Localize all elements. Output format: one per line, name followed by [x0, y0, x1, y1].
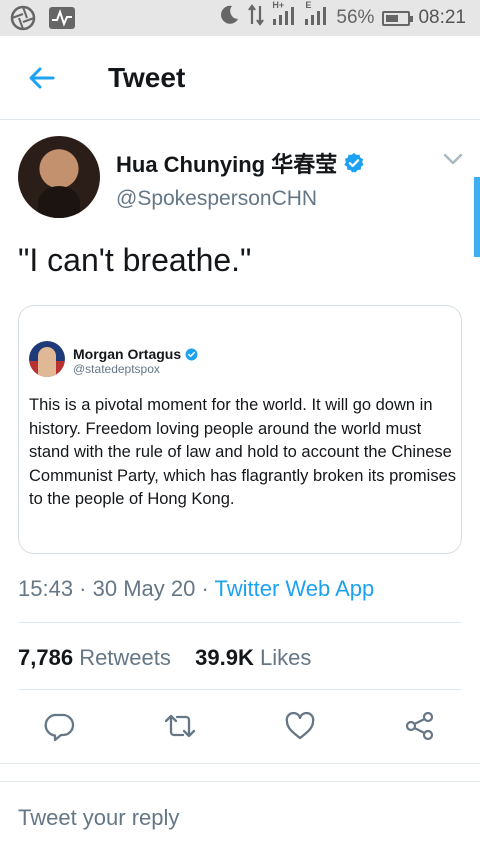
like-button[interactable]: [284, 710, 316, 742]
author-name-row[interactable]: Hua Chunying 华春莹: [116, 147, 365, 179]
quoted-tweet-text: This is a pivotal moment for the world. …: [29, 396, 457, 508]
signal-1-icon: H+: [272, 0, 296, 32]
separator: [0, 763, 480, 764]
share-icon: [405, 711, 434, 741]
chevron-down-icon: [443, 153, 463, 165]
back-button[interactable]: [26, 62, 58, 94]
quoted-author-handle: @statedeptspox: [73, 362, 160, 376]
divider: [18, 622, 462, 623]
tweet-stats: 7,786 Retweets 39.9K Likes: [18, 645, 311, 671]
do-not-disturb-icon: [218, 4, 240, 32]
tweet-source-link[interactable]: Twitter Web App: [215, 576, 375, 601]
quoted-author-row: Morgan Ortagus: [73, 346, 198, 362]
verified-badge-icon: [185, 348, 198, 360]
quoted-author-name: Morgan Ortagus: [73, 346, 182, 362]
likes-count[interactable]: 39.9K: [195, 645, 254, 670]
retweets-count[interactable]: 7,786: [18, 645, 73, 670]
battery-percent: 56%: [336, 7, 375, 28]
reply-input[interactable]: [18, 805, 458, 831]
likes-label[interactable]: Likes: [260, 645, 311, 670]
app-header: Tweet: [0, 36, 480, 120]
tweet-timestamp: 15:43 · 30 May 20 ·: [18, 576, 215, 601]
reply-button[interactable]: [44, 710, 76, 742]
status-time: 08:21: [418, 7, 466, 28]
quoted-author-avatar: [29, 341, 65, 377]
signal-2-icon: E: [304, 0, 328, 32]
retweets-label[interactable]: Retweets: [79, 645, 171, 670]
page-title: Tweet: [108, 62, 186, 93]
status-right: H+ E 56% 08:21: [218, 0, 466, 36]
status-bar: H+ E 56% 08:21: [0, 0, 480, 36]
divider: [18, 689, 462, 690]
author-handle[interactable]: @SpokespersonCHN: [116, 187, 317, 211]
author-avatar[interactable]: [18, 136, 100, 218]
quoted-tweet-card[interactable]: Morgan Ortagus @statedeptspox This is a …: [18, 305, 462, 554]
activity-monitor-icon: [48, 0, 76, 36]
net-type-label-2: E: [305, 0, 312, 10]
verified-badge-icon: [344, 152, 364, 173]
back-arrow-icon: [29, 67, 55, 89]
tweet-menu-button[interactable]: [442, 150, 464, 168]
retweet-button[interactable]: [163, 710, 196, 742]
author-name[interactable]: Hua Chunying 华春莹: [116, 147, 337, 179]
tweet-text: "I can't breathe.": [18, 242, 252, 278]
like-icon: [285, 711, 315, 740]
tweet-meta: 15:43 · 30 May 20 · Twitter Web App: [18, 576, 374, 602]
net-type-label-1: H+: [272, 0, 285, 10]
shutter-icon: [10, 0, 36, 36]
reply-icon: [44, 713, 75, 742]
scrollbar[interactable]: [474, 177, 480, 257]
data-transfer-icon: [248, 4, 265, 32]
separator: [0, 781, 480, 782]
share-button[interactable]: [404, 710, 436, 742]
battery-icon: [382, 10, 414, 26]
retweet-icon: [164, 714, 196, 738]
